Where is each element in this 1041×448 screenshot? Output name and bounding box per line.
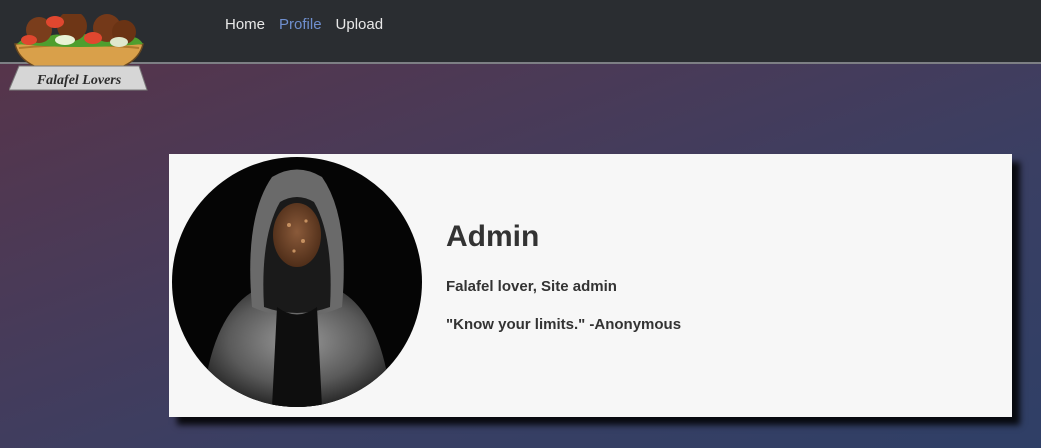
nav-profile-link[interactable]: Profile [279,16,322,33]
nav-upload-link[interactable]: Upload [336,16,384,33]
logo-text: Falafel Lovers [36,73,122,88]
profile-avatar [172,157,422,407]
profile-quote: "Know your limits." -Anonymous [446,316,682,333]
nav-home-link[interactable]: Home [225,16,265,33]
hooded-figure-avatar-image [172,157,422,407]
profile-name: Admin [446,220,540,253]
profile-role: Falafel lover, Site admin [446,278,617,295]
top-navbar: Home Profile Upload [0,0,1041,64]
nav-links: Home Profile Upload [225,16,383,33]
profile-card: Admin Falafel lover, Site admin "Know yo… [169,154,1012,417]
falafel-lovers-logo[interactable]: Falafel Lovers [9,14,149,94]
